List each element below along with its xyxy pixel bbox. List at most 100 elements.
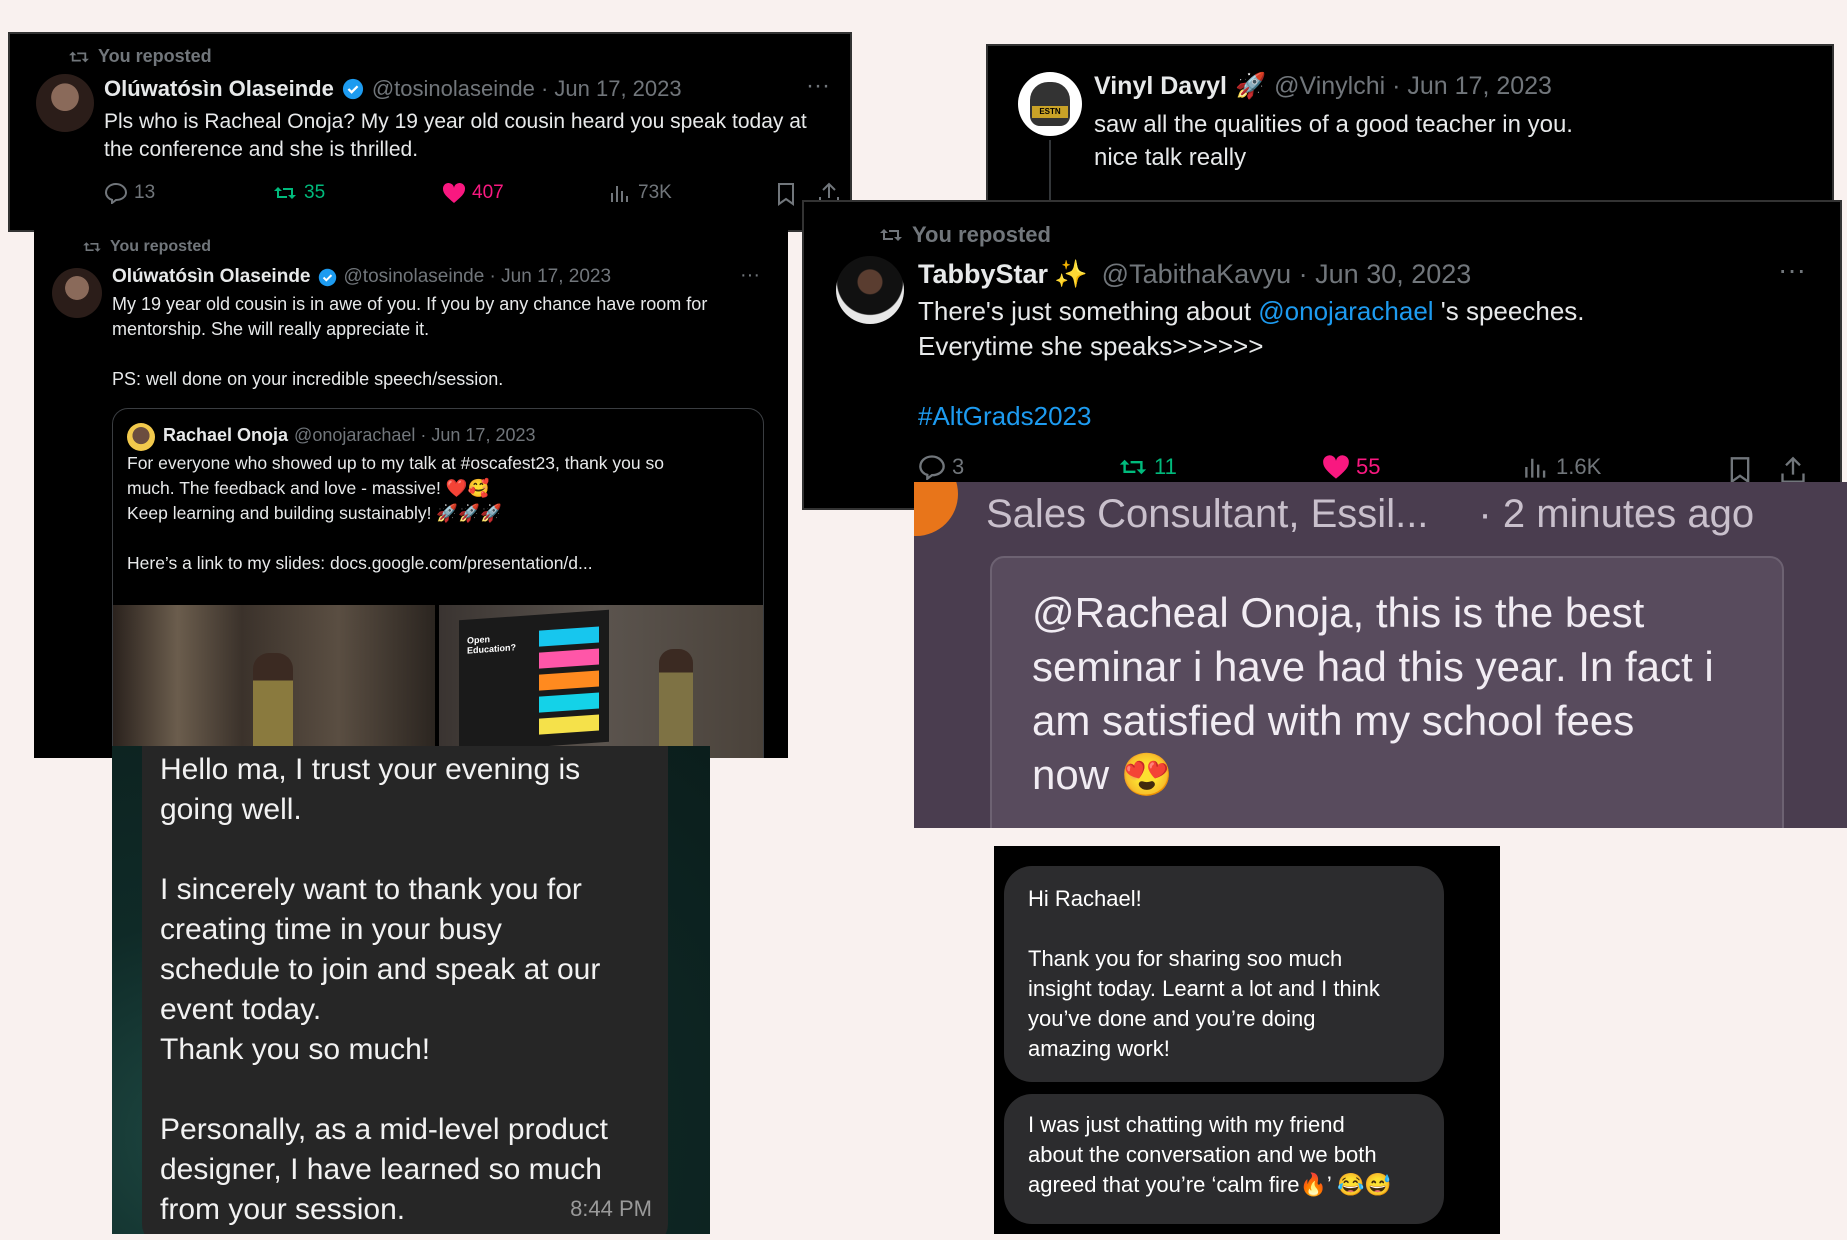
author-name[interactable]: TabbyStar [918,259,1048,290]
message-line: designer, I have learned so much [160,1153,602,1186]
heart-icon [442,182,466,203]
comment-card: Sales Consultant, Essil... · 2 minutes a… [914,482,1847,828]
repost-icon [1119,459,1147,475]
reply-button[interactable]: 13 [104,182,155,204]
reply-button[interactable]: 3 [918,454,964,480]
repost-icon [83,242,101,252]
repost-icon [880,229,902,241]
reposted-indicator: You reposted [878,222,1051,248]
more-options-icon[interactable]: ··· [740,264,760,287]
tweet-text-line: Pls who is Racheal Onoja? My 19 year old… [104,110,807,133]
chat-bubble: I was just chatting with my friend about… [1004,1094,1444,1224]
message-line: you’ve done and you’re doing [1028,1006,1316,1031]
tweet-text-line: Everytime she speaks>>>>>> [918,331,1264,361]
slide-bar [539,714,599,735]
author-meta: @tosinolaseinde · Jun 17, 2023 [371,76,682,101]
avatar [127,423,155,451]
tweet-text-line: My 19 year old cousin is in awe of you. … [112,294,708,314]
tweet-card-tosin-1[interactable]: You reposted Olúwatósìn Olaseinde @tosin… [8,32,852,232]
reply-count: 13 [134,182,156,203]
chat-bubble: Hi Rachael! Thank you for sharing soo mu… [1004,866,1444,1082]
message-line: I was just chatting with my friend [1028,1112,1345,1137]
message-line: Hi Rachael! [1028,886,1142,911]
verified-badge-icon [342,78,363,100]
slide-bar [539,626,599,647]
views-button[interactable]: 1.6K [1524,454,1601,480]
share-icon[interactable] [1780,456,1806,484]
message-time: 8:44 PM [570,1196,652,1221]
message-line: from your session. [160,1193,406,1226]
reposted-indicator: You reposted [82,238,211,256]
message-line: Hello ma, I trust your evening is [160,753,581,786]
message-line: Thank you for sharing soo much [1028,946,1343,971]
event-photo-speaker[interactable] [113,605,435,758]
author-name[interactable]: Olúwatósìn Olaseinde [112,266,311,288]
avatar[interactable]: ESTN [1018,72,1082,136]
bookmark-icon[interactable] [776,182,796,206]
repost-button[interactable]: 11 [1118,454,1177,480]
heart-icon [1323,455,1349,479]
tweet-card-tosin-2[interactable]: You reposted Olúwatósìn Olaseinde @tosin… [34,226,788,758]
quote-text-line: Keep learning and building sustainably! … [127,503,502,523]
hashtag-link[interactable]: #AltGrads2023 [918,399,1585,434]
message-line: Personally, as a mid-level product [160,1113,608,1146]
comment-text-line: seminar i have had this year. In fact i [1032,643,1714,690]
quote-author-meta: @onojarachael · Jun 17, 2023 [294,425,536,445]
bookmark-icon[interactable] [1728,456,1752,484]
quote-author-name: Rachael Onoja [163,425,289,445]
tweet-card-tabbystar[interactable]: You reposted TabbyStar ✨ @TabithaKavyu ·… [802,200,1842,510]
author-meta: @Vinylchi · Jun 17, 2023 [1274,72,1552,100]
tweet-card-vinyl-davyl[interactable]: ESTN Vinyl Davyl 🚀 @Vinylchi · Jun 17, 2… [986,44,1834,208]
avatar[interactable] [36,74,94,132]
like-count: 55 [1356,454,1381,479]
views-button[interactable]: 73K [610,182,672,204]
reply-icon [919,455,945,480]
more-options-icon[interactable]: ··· [806,72,830,100]
avatar-cartoon-face [1030,82,1070,126]
like-count: 407 [472,182,504,203]
tweet-text-line: saw all the qualities of a good teacher … [1094,111,1573,138]
message-line: about the conversation and we both [1028,1142,1377,1167]
avatar[interactable] [836,256,904,324]
message-body: Hello ma, I trust your evening is going … [160,750,608,1230]
analytics-icon [611,186,628,202]
repost-count: 11 [1154,454,1177,479]
repost-count: 35 [304,182,326,203]
comment-time: · 2 minutes ago [1478,492,1755,536]
more-options-icon[interactable]: ··· [1778,254,1806,286]
view-count: 73K [638,182,672,203]
like-button[interactable]: 407 [442,182,504,204]
avatar-badge: ESTN [1032,106,1068,118]
tweet-text-line: mentorship. She will really appreciate i… [112,319,430,339]
thread-line [1049,140,1051,206]
quoted-tweet[interactable]: Rachael Onoja @onojarachael · Jun 17, 20… [112,408,764,758]
author-name[interactable]: Vinyl Davyl [1094,72,1227,101]
event-photo-slides[interactable]: Open Education? [439,605,763,758]
repost-button[interactable]: 35 [272,182,325,204]
tweet-text: 's speeches. [1433,296,1585,326]
message-line: event today. [160,993,322,1026]
reply-icon [104,182,128,204]
quote-text-line: For everyone who showed up to my talk at… [127,453,664,473]
author-meta: @TabithaKavyu · Jun 30, 2023 [1101,258,1472,289]
comment-text-line: am satisfied with my school fees [1032,697,1635,744]
message-line: Thank you so much! [160,1033,431,1066]
slide-bar [539,670,599,691]
author-name[interactable]: Olúwatósìn Olaseinde [104,76,334,102]
message-line: schedule to join and speak at our [160,953,601,986]
message-line: agreed that you’re ‘calm fire🔥’ 😂😅 [1028,1172,1392,1197]
slide-bar [539,692,599,713]
commenter-avatar [914,482,958,536]
like-button[interactable]: 55 [1322,454,1380,480]
sparkles-emoji: ✨ [1054,259,1088,289]
avatar[interactable] [52,268,102,318]
view-count: 1.6K [1556,454,1602,479]
mention-link[interactable]: @onojarachael [1258,296,1433,326]
speaker-figure [253,653,293,758]
rocket-emoji: 🚀 [1234,72,1267,100]
commenter-title: Sales Consultant, Essil... [986,492,1429,536]
repost-icon [274,187,296,199]
message-line: I sincerely want to thank you for [160,873,582,906]
reposted-label: You reposted [110,238,212,255]
comment-text-line: @Racheal Onoja, this is the best [1032,589,1645,636]
